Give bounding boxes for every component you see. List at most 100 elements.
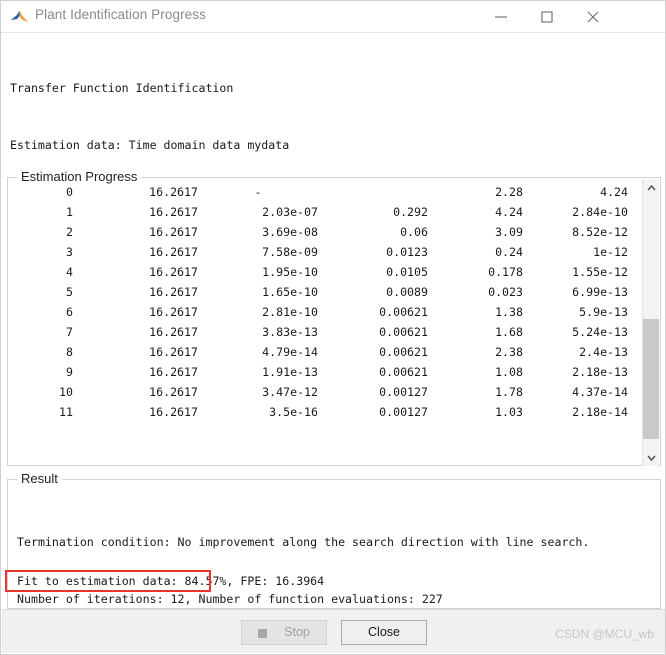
table-cell: - [254,185,262,199]
table-cell: 0.00621 [379,345,428,359]
table-cell: 16.2617 [149,265,198,279]
scroll-down-button[interactable] [643,449,659,466]
table-cell: 1.38 [495,305,523,319]
table-cell: 0.00127 [379,385,428,399]
table-cell: 1.91e-13 [262,365,318,379]
table-cell [318,182,428,202]
header-line: Transfer Function Identification [10,81,234,95]
table-cell: 2.03e-07 [262,205,318,219]
table-cell: 3 [66,245,73,259]
fit-prefix: Fit to estimation data: [17,574,185,588]
table-cell: 1.08 [495,365,523,379]
table-cell: 2.81e-10 [262,305,318,319]
table-cell: 2.18e-13 [572,365,628,379]
estimation-progress-group: Estimation Progress 0 16.2617-2.28 4.24 1 16… [7,169,661,466]
table-cell: 3.47e-12 [262,385,318,399]
table-cell: 16.2617 [149,405,198,419]
minimize-icon [495,16,507,18]
chevron-down-icon [647,455,656,461]
table-cell: 1.78 [495,385,523,399]
table-cell: 3.5e-16 [269,405,318,419]
table-cell: 0.0105 [386,265,428,279]
table-cell: 1.03 [495,405,523,419]
minimize-button[interactable] [478,1,524,32]
table-cell: 0.00621 [379,325,428,339]
table-cell: 5.24e-13 [572,325,628,339]
table-cell: 11 [59,405,73,419]
stop-button-label: Stop [284,625,310,639]
table-row: 2 16.2617 3.69e-08 0.06 3.09 8.52e-12 [9,222,628,242]
table-cell: 1.68 [495,325,523,339]
table-cell: 2.28 [495,185,523,199]
table-cell: 16.2617 [149,305,198,319]
table-cell: 0.24 [495,245,523,259]
table-row: 3 16.2617 7.58e-09 0.0123 0.24 1e-12 [9,242,628,262]
scrollbar-thumb[interactable] [643,319,659,439]
close-button-label: Close [368,625,400,639]
vertical-scrollbar[interactable] [642,179,659,466]
table-cell: 1.55e-12 [572,265,628,279]
stop-button[interactable]: Stop [241,620,327,645]
table-cell: 0.00621 [379,305,428,319]
table-row: 4 16.2617 1.95e-10 0.0105 0.178 1.55e-12 [9,262,628,282]
table-row: 11 16.2617 3.5e-16 0.00127 1.03 2.18e-14 [9,402,628,422]
table-cell: 2.4e-13 [579,345,628,359]
table-cell: 2.38 [495,345,523,359]
table-cell: 3.83e-13 [262,325,318,339]
table-cell: 4.79e-14 [262,345,318,359]
table-cell: 0.292 [393,205,428,219]
table-cell: 16.2617 [149,245,198,259]
table-cell: 8 [66,345,73,359]
table-cell: 8.52e-12 [572,225,628,239]
table-cell: 0.00127 [379,405,428,419]
table-row: 1 16.2617 2.03e-07 0.292 4.24 2.84e-10 [9,202,628,222]
table-row: 5 16.2617 1.65e-10 0.0089 0.023 6.99e-13 [9,282,628,302]
table-cell: 4.24 [495,205,523,219]
table-cell: 4.37e-14 [572,385,628,399]
close-dialog-button[interactable]: Close [341,620,427,645]
table-cell: 16.2617 [149,205,198,219]
table-cell: 16.2617 [149,225,198,239]
table-row: 0 16.2617 - 2.28 4.24 [9,182,628,202]
table-cell: 2 [66,225,73,239]
table-cell: 0.178 [488,265,523,279]
table-cell: 16.2617 [149,385,198,399]
fit-value: 84.57% [184,574,227,588]
watermark: CSDN @MCU_wb [555,627,654,641]
chevron-up-icon [647,185,656,191]
table-cell: 0.06 [400,225,428,239]
table-cell: 16.2617 [149,365,198,379]
scroll-up-button[interactable] [643,179,659,196]
stop-square-icon [258,629,267,638]
table-cell: 10 [59,385,73,399]
matlab-membrane-icon [10,7,29,26]
table-cell: 16.2617 [149,185,198,199]
table-cell: 4.24 [600,185,628,199]
fit-line: Fit to estimation data: 84.57%, FPE: 16.… [17,572,324,591]
table-cell: 16.2617 [149,345,198,359]
table-cell: 16.2617 [149,325,198,339]
result-group: Result Termination condition: No improve… [7,471,661,609]
maximize-icon [541,11,553,23]
table-cell: 7.58e-09 [262,245,318,259]
table-cell: 0.023 [488,285,523,299]
close-button[interactable] [570,1,616,32]
table-row: 10 16.2617 3.47e-12 0.00127 1.78 4.37e-14 [9,382,628,402]
close-icon [587,11,599,23]
table-row: 8 16.2617 4.79e-14 0.00621 2.38 2.4e-13 [9,342,628,362]
table-cell: 3.69e-08 [262,225,318,239]
table-cell: 2.18e-14 [572,405,628,419]
table-cell: 1.95e-10 [262,265,318,279]
dialog-button-bar: Stop Close CSDN @MCU_wb [2,609,665,653]
window-title: Plant Identification Progress [35,7,206,22]
table-cell: 0 [66,185,73,199]
plant-identification-progress-window: Plant Identification Progress Transfer F… [0,0,666,655]
table-cell: 16.2617 [149,285,198,299]
fit-suffix: , FPE: 16.3964 [226,574,325,588]
table-cell: 1.65e-10 [262,285,318,299]
table-cell: 0.0123 [386,245,428,259]
table-cell: 0.00621 [379,365,428,379]
table-cell: 1 [66,205,73,219]
table-cell: 1e-12 [593,245,628,259]
maximize-button[interactable] [524,1,570,32]
